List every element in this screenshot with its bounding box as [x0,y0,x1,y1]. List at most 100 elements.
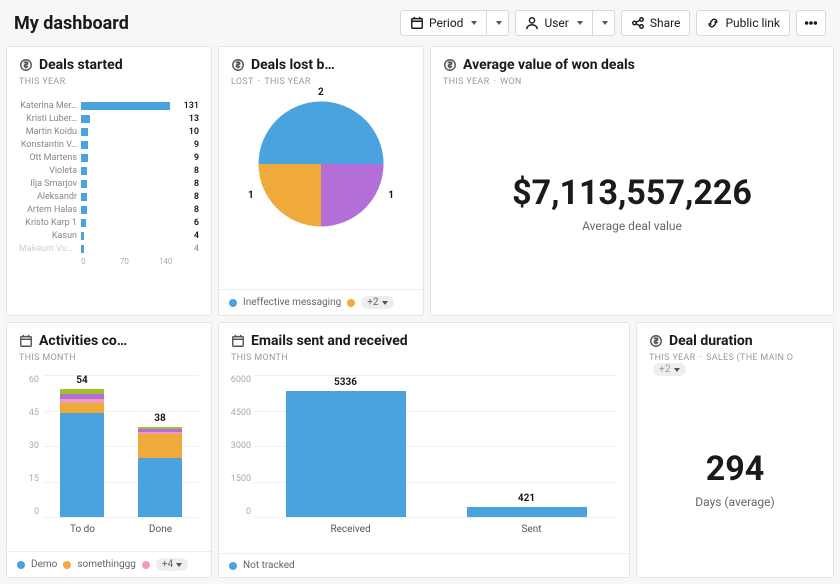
bar-column: 54 [60,389,104,517]
money-icon [231,58,245,72]
hbar-value: 8 [194,205,199,215]
chevron-down-icon [496,21,502,25]
link-icon [706,16,720,30]
x-label: Received [330,524,370,535]
x-label: Sent [521,524,541,535]
card-meta: THIS MONTH [19,353,199,363]
bar-value: 5336 [334,377,357,388]
emails-chart: 60004500300015000 5336421 ReceivedSent [219,367,629,553]
bar-value: 421 [518,493,535,504]
hbar-value: 8 [194,192,199,202]
dashboard-header: My dashboard Period User Share Public li… [0,0,840,46]
chevron-down-icon [471,21,477,25]
user-label: User [544,16,568,30]
avg-value-card: Average value of won deals THIS YEAR·WON… [430,46,834,316]
legend-label: Ineffective messaging [243,297,341,308]
user-dropdown[interactable] [593,10,615,36]
hbar-value: 9 [194,140,199,150]
hbar-row: Kristo Karp 16 [19,216,199,229]
share-button[interactable]: Share [621,10,691,36]
kpi-value: 294 [706,449,765,489]
pie-label: 1 [388,190,394,201]
page-title: My dashboard [14,13,129,34]
user-icon [525,16,539,30]
legend-more-button[interactable]: +4 [156,558,188,571]
card-meta: LOST·THIS YEAR [231,77,411,87]
chevron-down-icon [674,368,680,372]
hbar-label: Aleksandr [19,192,77,202]
hbar-label: Kristi Luber… [19,114,77,124]
hbar-label: Martin Koidu [19,127,77,137]
kpi-body: 294 Days (average) [637,380,833,577]
legend-label: Not tracked [243,560,295,571]
hbar-label: Artem Halas [19,205,77,215]
hbar-value: 10 [189,127,199,137]
deals-started-card: Deals started THIS YEAR Katerina Mer…131… [6,46,212,316]
card-title-text: Average value of won deals [463,57,635,73]
money-icon [443,58,457,72]
card-title-text: Deals lost b… [251,57,335,73]
legend-swatch [63,561,71,569]
header-actions: Period User Share Public link [400,10,826,36]
public-link-button[interactable]: Public link [696,10,790,36]
share-icon [631,16,645,30]
calendar-icon [231,334,245,348]
card-title-text: Deals started [39,57,123,73]
hbar-value: 8 [194,179,199,189]
period-label: Period [429,16,463,30]
hbar-row: Kristi Luber…13 [19,112,199,125]
card-meta: THIS YEAR·WON [443,77,821,87]
bar-column: 421 [467,507,587,517]
dots-icon [804,16,818,30]
card-legend: Ineffective messaging +2 [219,289,423,315]
legend-label: Demo [31,559,57,570]
legend-swatch [17,561,25,569]
pie-label: 1 [248,190,254,201]
emails-card: Emails sent and received THIS MONTH 6000… [218,322,630,578]
period-dropdown[interactable] [487,10,509,36]
hbar-label: Kasun [19,231,77,241]
period-button[interactable]: Period [400,10,487,36]
hbar-label: Kristo Karp 1 [19,218,77,228]
kpi-caption: Average deal value [582,219,682,233]
hbar-label: Konstantin V… [19,140,77,150]
activities-card: Activities co… THIS MONTH 604530150 5438… [6,322,212,578]
bar-value: 38 [154,413,165,424]
card-meta: THIS YEAR·SALES (THE MAIN O +2 [649,353,821,376]
calendar-icon [410,16,424,30]
pie-label: 2 [318,87,324,98]
hbar-value: 8 [194,166,199,176]
card-meta: THIS MONTH [231,353,617,363]
more-menu-button[interactable] [796,10,826,36]
legend-more-button[interactable]: +2 [361,296,393,309]
hbar-row: Artem Halas 8 [19,203,199,216]
bar-value: 54 [76,375,87,386]
user-button[interactable]: User [515,10,592,36]
kpi-caption: Days (average) [695,495,774,509]
hbar-row: Kasun 4 [19,229,199,242]
hbar-label: Katerina Mer… [19,101,77,111]
card-legend: Not tracked [219,553,629,577]
hbar-label: Makeum Vushkin [19,244,77,254]
chevron-down-icon [577,21,583,25]
hbar-value: 131 [184,101,199,111]
card-title-text: Deal duration [669,333,753,349]
legend-label: somethinggg [77,559,136,570]
y-axis: 604530150 [19,375,43,517]
hbar-value: 4 [194,231,199,241]
money-icon [19,58,33,72]
hbar-row: Makeum Vushkin 4 [19,242,199,255]
legend-swatch [229,299,237,307]
deals-lost-card: Deals lost b… LOST·THIS YEAR 2 1 1 [218,46,424,316]
chevron-down-icon [176,563,182,567]
kpi-body: $7,113,557,226 Average deal value [431,91,833,315]
calendar-icon [19,334,33,348]
x-label: Done [149,524,172,535]
deals-started-chart: Katerina Mer… 131Kristi Luber…13 Martin Ko… [7,91,211,315]
hbar-value: 4 [194,244,199,254]
card-title-text: Emails sent and received [251,333,408,349]
hbar-row: Katerina Mer… 131 [19,99,199,112]
activities-chart: 604530150 5438 To doDone [7,367,211,551]
legend-swatch [229,562,237,570]
meta-more-button[interactable]: +2 [653,363,686,376]
